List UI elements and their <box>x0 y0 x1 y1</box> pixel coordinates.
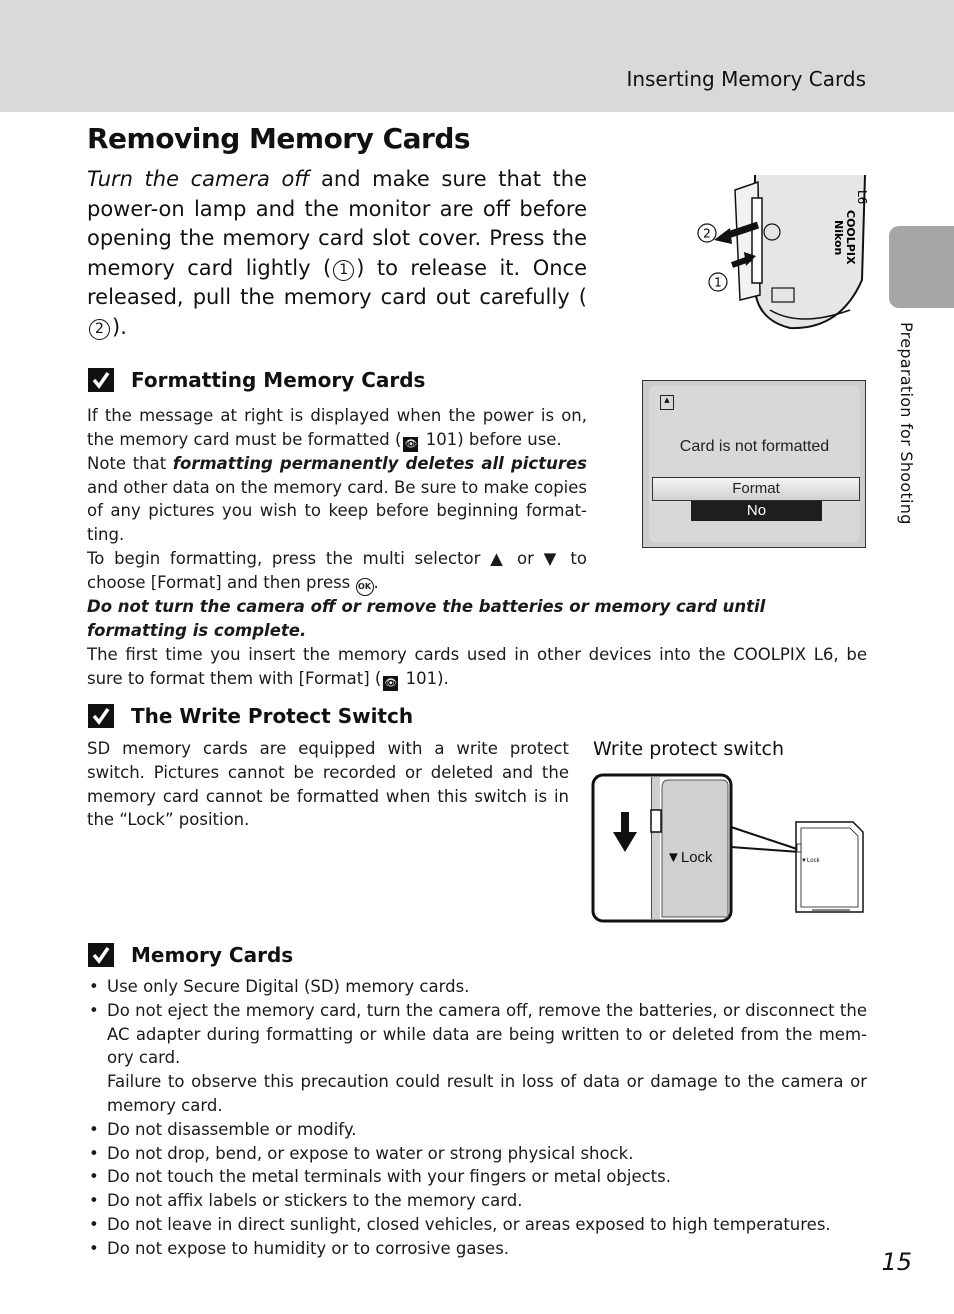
formatting-p4: The first time you insert the memory car… <box>87 643 867 691</box>
formatting-heading-text: Formatting Memory Cards <box>131 368 426 392</box>
intro-emphasis: Turn the camera off <box>87 167 310 191</box>
text: and other data on the memory card. Be su… <box>87 477 587 545</box>
write-protect-illustration: ▼Lock ▼Lock <box>591 773 864 923</box>
svg-text:COOLPIX: COOLPIX <box>844 210 857 265</box>
page-reference: 101 <box>425 429 458 449</box>
lcd-screen: ▲ Card is not formatted Format No <box>642 380 866 548</box>
list-item: Do not expose to humidity or to corrosiv… <box>87 1237 867 1261</box>
small-lock-label: ▼Lock <box>801 858 821 864</box>
lock-label: ▼Lock <box>666 849 713 866</box>
check-note-icon <box>88 943 114 967</box>
camera-card-slot-illustration: Nikon COOLPIX L6 2 1 <box>697 174 869 330</box>
text: The first time you insert the memory car… <box>87 645 867 688</box>
text: ) before use. <box>457 429 562 449</box>
lcd-option-format[interactable]: Format <box>652 477 860 501</box>
list-item: Use only Secure Digital (SD) memory card… <box>87 975 867 999</box>
list-item: Do not eject the memory card, turn the c… <box>87 999 867 1118</box>
text: or <box>507 548 544 568</box>
memory-cards-heading-text: Memory Cards <box>131 943 294 967</box>
list-item-followup: Failure to observe this precaution could… <box>107 1072 867 1115</box>
running-head: Inserting Memory Cards <box>626 67 866 91</box>
list-item: Do not touch the metal terminals with yo… <box>87 1165 867 1189</box>
side-tab-label: Preparation for Shooting <box>897 322 916 525</box>
ok-button-icon: OK <box>355 577 374 596</box>
intro-text: ). <box>112 314 127 339</box>
check-note-icon <box>88 704 114 728</box>
lcd-message: Card is not formatted <box>679 438 830 455</box>
lcd-option-no[interactable]: No <box>691 501 822 521</box>
down-arrow-icon: ▼ <box>543 548 561 568</box>
write-protect-caption: Write protect switch <box>593 738 785 760</box>
list-item: Do not affix labels or stickers to the m… <box>87 1189 867 1213</box>
list-item: Do not leave in direct sunlight, closed … <box>87 1213 867 1237</box>
list-item: Do not disassemble or modify. <box>87 1118 867 1142</box>
memory-cards-list: Use only Secure Digital (SD) memory card… <box>87 975 867 1261</box>
write-protect-body: SD memory cards are equipped with a writ… <box>87 739 569 830</box>
write-protect-heading: The Write Protect Switch <box>88 704 413 728</box>
formatting-p1: If the message at right is displayed whe… <box>87 404 587 452</box>
svg-text:Nikon: Nikon <box>832 220 845 255</box>
formatting-body: If the message at right is displayed whe… <box>87 404 587 596</box>
check-note-icon <box>88 368 114 392</box>
page-reference: 101 <box>405 668 438 688</box>
text: To begin formatting, press the multi sel… <box>87 548 491 568</box>
side-tab[interactable] <box>889 226 954 308</box>
callout-1: 1 <box>714 276 722 290</box>
page-number: 15 <box>881 1248 912 1276</box>
write-protect-heading-text: The Write Protect Switch <box>131 704 414 728</box>
text: Note that <box>87 453 173 473</box>
formatting-p2: Note that formatting permanently deletes… <box>87 452 587 547</box>
formatting-p3: To begin formatting, press the multi sel… <box>87 547 587 596</box>
svg-text:L6: L6 <box>855 190 869 204</box>
text: ). <box>437 668 449 688</box>
step-1-icon: 1 <box>333 259 355 281</box>
page-title: Removing Memory Cards <box>87 122 471 155</box>
formatting-warning-emphasis: formatting permanently deletes all pictu… <box>172 453 587 473</box>
memory-cards-heading: Memory Cards <box>88 943 293 967</box>
formatting-heading: Formatting Memory Cards <box>88 368 425 392</box>
up-arrow-icon: ▲ <box>490 548 508 568</box>
reference-icon: 👁 <box>383 675 399 691</box>
lcd-inner: ▲ Card is not formatted Format No <box>649 386 860 542</box>
formatting-warning: Do not turn the camera off or remove the… <box>87 597 766 640</box>
callout-2: 2 <box>703 227 711 241</box>
intro-paragraph: Turn the camera off and make sure that t… <box>87 165 587 342</box>
memory-card-icon: ▲ <box>660 395 674 410</box>
list-item-text: Do not eject the memory card, turn the c… <box>107 1000 867 1068</box>
step-2-icon: 2 <box>89 318 110 340</box>
list-item: Do not drop, bend, or expose to water or… <box>87 1142 867 1166</box>
reference-icon: 👁 <box>403 436 419 452</box>
text: . <box>373 572 379 592</box>
header-band <box>0 0 954 112</box>
